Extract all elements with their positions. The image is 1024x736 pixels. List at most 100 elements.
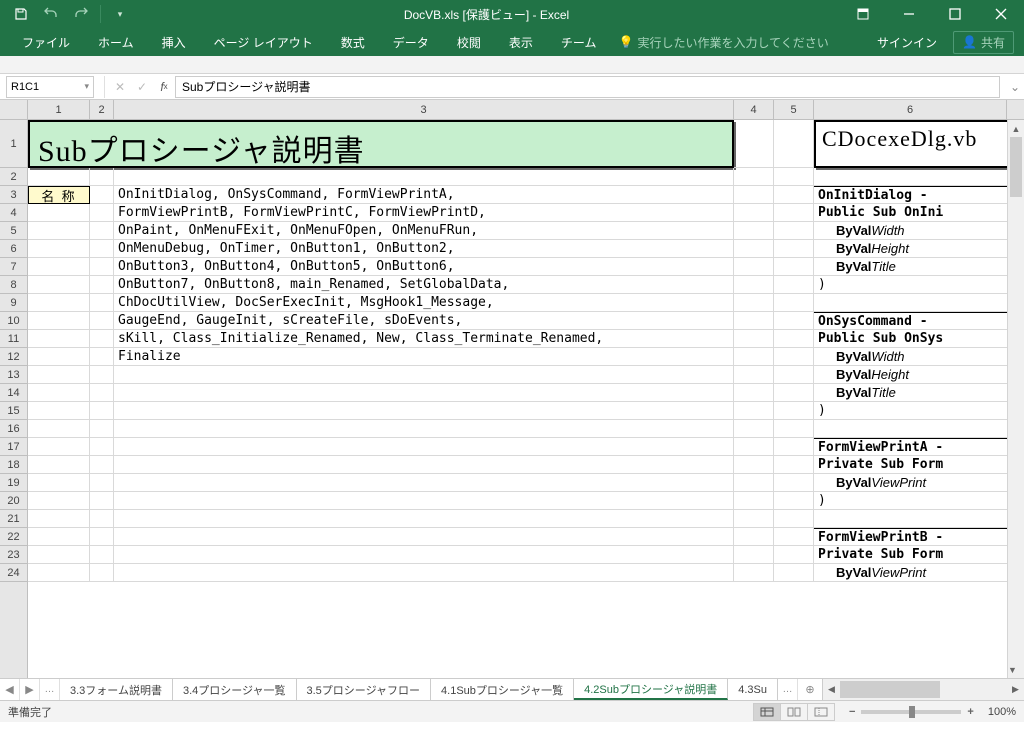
cell[interactable]: OnSysCommand - (814, 312, 1024, 330)
cell[interactable] (734, 240, 774, 258)
cell[interactable] (28, 276, 90, 294)
cell[interactable] (90, 258, 114, 276)
enter-icon[interactable]: ✓ (131, 76, 153, 98)
cell[interactable] (774, 276, 814, 294)
cell[interactable] (90, 330, 114, 348)
cell[interactable]: GaugeEnd, GaugeInit, sCreateFile, sDoEve… (114, 312, 734, 330)
cell[interactable] (114, 384, 734, 402)
zoom-track[interactable] (861, 710, 961, 714)
cell[interactable] (90, 528, 114, 546)
col-header[interactable]: 4 (734, 100, 774, 119)
cell[interactable]: ) (814, 402, 1024, 420)
cell[interactable] (28, 384, 90, 402)
row-header[interactable]: 10 (0, 312, 27, 330)
row-header[interactable]: 22 (0, 528, 27, 546)
scroll-thumb[interactable] (1010, 137, 1022, 197)
cell[interactable] (734, 204, 774, 222)
cell[interactable] (90, 402, 114, 420)
vertical-scrollbar[interactable]: ▲ ▼ (1007, 120, 1024, 678)
cell[interactable] (90, 348, 114, 366)
cell[interactable] (774, 546, 814, 564)
cell[interactable] (774, 120, 814, 168)
row-header[interactable]: 3 (0, 186, 27, 204)
cell[interactable] (90, 510, 114, 528)
cell[interactable]: ChDocUtilView, DocSerExecInit, MsgHook1_… (114, 294, 734, 312)
row-header[interactable]: 13 (0, 366, 27, 384)
cell[interactable] (774, 402, 814, 420)
cell[interactable] (90, 294, 114, 312)
cell[interactable] (734, 438, 774, 456)
tab-formulas[interactable]: 数式 (327, 28, 379, 56)
cell[interactable] (774, 330, 814, 348)
row-header[interactable]: 7 (0, 258, 27, 276)
cell[interactable] (114, 402, 734, 420)
cell[interactable] (774, 348, 814, 366)
row-header[interactable]: 2 (0, 168, 27, 186)
cell[interactable] (734, 384, 774, 402)
cell[interactable] (734, 564, 774, 582)
cell[interactable] (774, 258, 814, 276)
tab-nav-prev-icon[interactable]: ◀ (0, 679, 20, 700)
cell[interactable]: ByVal Width (814, 348, 1024, 366)
new-sheet-icon[interactable]: ⊕ (798, 683, 822, 696)
cell[interactable] (28, 240, 90, 258)
share-button[interactable]: 👤 共有 (953, 31, 1014, 54)
cell[interactable]: ByVal ViewPrint (814, 474, 1024, 492)
cell[interactable] (774, 204, 814, 222)
tab-nav-next-icon[interactable]: ▶ (20, 679, 40, 700)
cell[interactable] (28, 204, 90, 222)
row-header[interactable]: 20 (0, 492, 27, 510)
cell[interactable] (734, 528, 774, 546)
qat-customize-icon[interactable]: ▾ (107, 3, 133, 25)
cell[interactable]: Public Sub OnSys (814, 330, 1024, 348)
cell[interactable] (90, 168, 114, 186)
cell[interactable] (774, 564, 814, 582)
cell[interactable]: OnButton7, OnButton8, main_Renamed, SetG… (114, 276, 734, 294)
row-header[interactable]: 5 (0, 222, 27, 240)
cell[interactable] (734, 492, 774, 510)
cell[interactable]: ByVal Height (814, 366, 1024, 384)
cell[interactable] (774, 240, 814, 258)
row-header[interactable]: 4 (0, 204, 27, 222)
row-header[interactable]: 11 (0, 330, 27, 348)
cell[interactable] (90, 492, 114, 510)
cell[interactable] (114, 564, 734, 582)
cell[interactable] (90, 456, 114, 474)
col-header[interactable]: 2 (90, 100, 114, 119)
cell[interactable]: ByVal Width (814, 222, 1024, 240)
sheet-tab[interactable]: 3.5プロシージャフロー (297, 679, 432, 700)
cell[interactable] (90, 438, 114, 456)
cell[interactable]: OnInitDialog - (814, 186, 1024, 204)
cell[interactable] (28, 330, 90, 348)
col-header[interactable]: 6 (814, 100, 1007, 119)
cell[interactable] (28, 168, 90, 186)
row-header[interactable]: 14 (0, 384, 27, 402)
cancel-icon[interactable]: ✕ (109, 76, 131, 98)
cell[interactable] (734, 402, 774, 420)
cell[interactable] (734, 120, 774, 168)
cell[interactable]: ) (814, 276, 1024, 294)
cell[interactable] (28, 564, 90, 582)
cell[interactable] (28, 312, 90, 330)
cell[interactable] (814, 420, 1024, 438)
expand-formula-icon[interactable]: ⌄ (1006, 80, 1024, 94)
minimize-icon[interactable] (886, 0, 932, 28)
cell[interactable] (28, 366, 90, 384)
row-header[interactable]: 24 (0, 564, 27, 582)
cell[interactable] (734, 546, 774, 564)
row-header[interactable]: 17 (0, 438, 27, 456)
cell[interactable] (114, 510, 734, 528)
cell[interactable] (774, 186, 814, 204)
cell[interactable]: ) (814, 492, 1024, 510)
cell[interactable] (28, 492, 90, 510)
cell[interactable] (90, 204, 114, 222)
cell[interactable]: 名 称 (28, 186, 90, 204)
hscroll-thumb[interactable] (840, 681, 940, 698)
cell[interactable] (814, 294, 1024, 312)
cell[interactable] (734, 294, 774, 312)
cell[interactable]: ByVal Title (814, 384, 1024, 402)
tab-insert[interactable]: 挿入 (148, 28, 200, 56)
sheet-tab[interactable]: 3.3フォーム説明書 (60, 679, 173, 700)
tab-review[interactable]: 校閲 (443, 28, 495, 56)
cell[interactable] (90, 474, 114, 492)
